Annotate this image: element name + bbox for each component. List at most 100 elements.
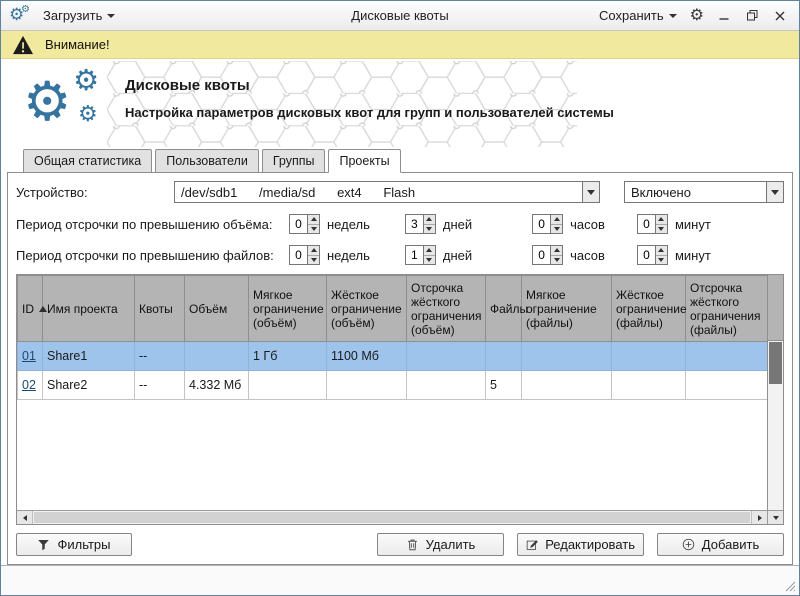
col-header-hard-limit-volume[interactable]: Жёсткое ограничение (объём)	[327, 276, 407, 342]
sort-ascending-icon	[39, 306, 47, 312]
horizontal-scrollbar-thumb[interactable]	[34, 512, 750, 523]
table-row[interactable]: 01 Share1 -- 1 Гб 1100 Мб	[18, 342, 768, 371]
close-button[interactable]	[769, 6, 791, 26]
scroll-down-button[interactable]	[767, 510, 783, 524]
weeks-spinbox	[289, 245, 320, 265]
col-header-grace-hard-limit-volume[interactable]: Отсрочка жёсткого ограничения (объём)	[407, 276, 486, 342]
scroll-right-button[interactable]	[751, 511, 767, 524]
spinner-down-button[interactable]	[308, 256, 319, 265]
save-menu-button[interactable]: Сохранить	[595, 6, 681, 25]
minutes-spinner-input[interactable]	[638, 246, 655, 264]
horizontal-scrollbar[interactable]	[17, 510, 767, 524]
gear-icon: ⚙	[23, 75, 71, 129]
spinner-down-button[interactable]	[308, 225, 319, 234]
cell-quotas: --	[135, 371, 185, 400]
filters-button[interactable]: Фильтры	[16, 533, 132, 556]
device-combobox[interactable]: /dev/sdb1 /media/sd ext4 Flash	[174, 181, 600, 203]
spinner-up-button[interactable]	[424, 246, 435, 256]
hours-spinner-input[interactable]	[533, 215, 550, 233]
delete-button[interactable]: Удалить	[377, 533, 504, 556]
cell-grace-hard-limit-files	[686, 371, 768, 400]
edit-button[interactable]: Редактировать	[517, 533, 644, 556]
col-header-id[interactable]: ID	[18, 276, 43, 342]
page-subtitle: Настройка параметров дисковых квот для г…	[125, 105, 614, 120]
weeks-spinner-input[interactable]	[290, 246, 307, 264]
chevron-down-icon	[107, 14, 115, 18]
scroll-left-button[interactable]	[17, 511, 33, 524]
col-header-soft-limit-volume[interactable]: Мягкое ограничение (объём)	[249, 276, 327, 342]
app-logo-gears-icon: ⚙ ⚙ ⚙	[23, 65, 119, 143]
cell-soft-limit-volume: 1 Гб	[249, 342, 327, 371]
col-header-grace-hard-limit-files[interactable]: Отсрочка жёсткого ограничения (файлы)	[686, 276, 768, 342]
days-spinner-input[interactable]	[406, 246, 423, 264]
tab-projects[interactable]: Проекты	[328, 149, 400, 173]
unit-label: часов	[570, 217, 605, 232]
table-row[interactable]: 02 Share2 -- 4.332 Мб 5	[18, 371, 768, 400]
col-header-files[interactable]: Файлы	[486, 276, 522, 342]
project-id-link[interactable]: 01	[22, 349, 36, 363]
edit-pencil-icon	[526, 538, 538, 551]
cell-soft-limit-files	[522, 371, 612, 400]
plus-icon	[682, 538, 695, 551]
triangle-down-icon	[554, 258, 560, 262]
settings-gear-icon[interactable]: ⚙	[687, 8, 707, 24]
cell-hard-limit-volume	[327, 371, 407, 400]
minutes-spinbox	[637, 214, 668, 234]
col-header-volume[interactable]: Объём	[185, 276, 249, 342]
spinner-down-button[interactable]	[656, 225, 667, 234]
spinner-up-button[interactable]	[308, 215, 319, 225]
spinner-up-button[interactable]	[656, 215, 667, 225]
weeks-spinner-input[interactable]	[290, 215, 307, 233]
spinner-down-button[interactable]	[656, 256, 667, 265]
titlebar: Дисковые квоты ⚙ ⚙ Загрузить Сохранить ⚙	[1, 1, 799, 31]
spinner-down-button[interactable]	[551, 256, 562, 265]
edit-button-label: Редактировать	[545, 537, 635, 552]
cell-hard-limit-volume: 1100 Мб	[327, 342, 407, 371]
page-title: Дисковые квоты	[125, 77, 614, 94]
add-button[interactable]: Добавить	[657, 533, 784, 556]
chevron-down-icon	[771, 190, 779, 195]
cell-project-name: Share1	[43, 342, 135, 371]
spinner-down-button[interactable]	[424, 256, 435, 265]
vertical-scrollbar-track[interactable]	[768, 341, 783, 510]
horizontal-scrollbar-track[interactable]	[33, 511, 751, 524]
spinner-up-button[interactable]	[424, 215, 435, 225]
spinner-up-button[interactable]	[656, 246, 667, 256]
project-id-link[interactable]: 02	[22, 378, 36, 392]
spinner-up-button[interactable]	[551, 215, 562, 225]
grace-volume-label: Период отсрочки по превышению объёма:	[16, 217, 282, 232]
vertical-scrollbar-thumb[interactable]	[769, 342, 782, 384]
resize-grip[interactable]	[784, 580, 796, 592]
status-combobox-dropdown-button[interactable]	[766, 182, 783, 202]
grace-files-days: дней	[405, 245, 472, 265]
triangle-up-icon	[311, 217, 317, 221]
quota-status-combobox[interactable]: Включено	[624, 181, 784, 203]
spinner-up-button[interactable]	[551, 246, 562, 256]
hours-spinner-input[interactable]	[533, 246, 550, 264]
triangle-up-icon	[658, 248, 664, 252]
chevron-down-icon	[587, 190, 595, 195]
unit-label: недель	[327, 217, 370, 232]
device-row: Устройство: /dev/sdb1 /media/sd ext4 Fla…	[16, 181, 784, 203]
col-header-hard-limit-files[interactable]: Жёсткое ограничение (файлы)	[612, 276, 686, 342]
minimize-button[interactable]	[713, 6, 735, 26]
col-header-project-name[interactable]: Имя проекта	[43, 276, 135, 342]
load-menu-button[interactable]: Загрузить	[39, 6, 119, 25]
spinner-up-button[interactable]	[308, 246, 319, 256]
days-spinner-input[interactable]	[406, 215, 423, 233]
triangle-down-icon	[554, 227, 560, 231]
col-header-quotas[interactable]: Квоты	[135, 276, 185, 342]
tab-users[interactable]: Пользователи	[155, 149, 259, 173]
grace-volume-minutes: минут	[637, 214, 711, 234]
triangle-down-icon	[658, 227, 664, 231]
spinner-down-button[interactable]	[424, 225, 435, 234]
col-header-soft-limit-files[interactable]: Мягкое ограничение (файлы)	[522, 276, 612, 342]
vertical-scrollbar[interactable]	[767, 275, 783, 510]
cell-files	[486, 342, 522, 371]
tab-groups[interactable]: Группы	[262, 149, 326, 173]
maximize-button[interactable]	[741, 6, 763, 26]
minutes-spinner-input[interactable]	[638, 215, 655, 233]
tab-general-statistics[interactable]: Общая статистика	[23, 149, 152, 173]
device-combobox-dropdown-button[interactable]	[582, 182, 599, 202]
spinner-down-button[interactable]	[551, 225, 562, 234]
